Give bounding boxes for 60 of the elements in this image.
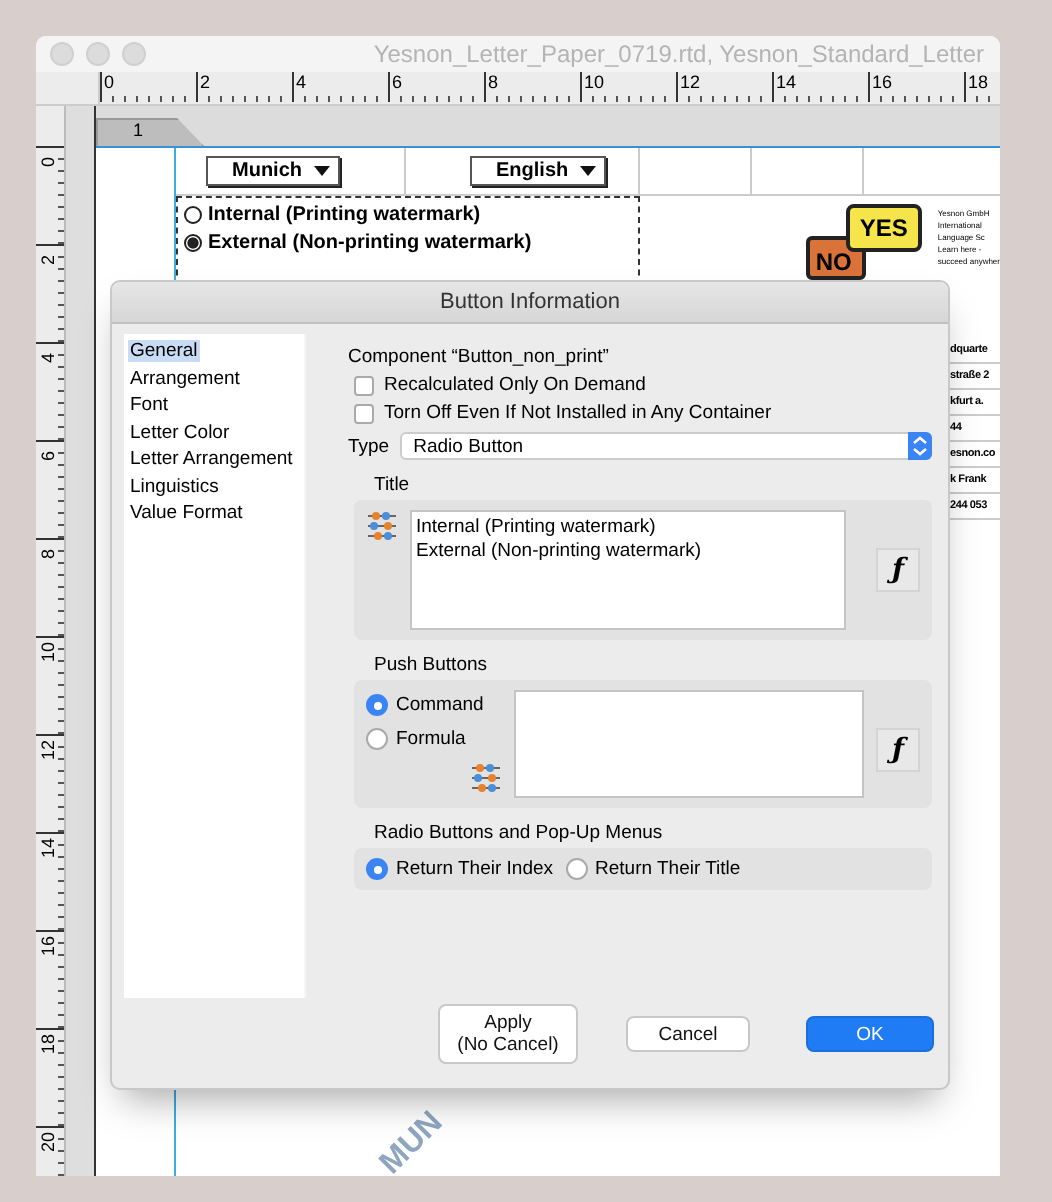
group-label: Radio Buttons and Pop-Up Menus xyxy=(374,822,665,844)
group-label: Push Buttons xyxy=(374,654,490,676)
category-item[interactable]: General xyxy=(128,340,200,362)
ruler-label: 6 xyxy=(38,449,58,466)
radio-button[interactable]: Return Their Title xyxy=(565,858,741,880)
formula-button[interactable]: ƒ xyxy=(876,548,920,592)
type-select[interactable]: Radio Button xyxy=(399,432,932,460)
ruler-label: 14 xyxy=(776,72,797,92)
ruler-label: 10 xyxy=(38,642,58,662)
ruler-label: 10 xyxy=(584,72,605,92)
group-label: Title xyxy=(374,474,412,496)
ruler-label: 4 xyxy=(296,72,307,92)
ruler-label: 12 xyxy=(680,72,701,92)
radio-button[interactable]: Formula xyxy=(366,728,502,750)
sliders-icon[interactable] xyxy=(470,762,502,794)
cancel-button[interactable]: Cancel xyxy=(626,1016,750,1052)
ruler-label: 14 xyxy=(38,838,58,858)
apply-button[interactable]: Apply (No Cancel) xyxy=(438,1004,578,1064)
checkbox[interactable]: Recalculated Only On Demand xyxy=(354,374,932,396)
city-dropdown[interactable]: Munich xyxy=(206,156,340,186)
language-dropdown[interactable]: English xyxy=(470,156,607,186)
ruler-label: 0 xyxy=(104,72,115,92)
radio-button[interactable]: Command xyxy=(366,694,502,716)
formula-button[interactable]: ƒ xyxy=(876,728,920,772)
title-field[interactable]: Internal (Printing watermark) External (Non-printing watermark) xyxy=(410,510,846,630)
ruler-label: 18 xyxy=(968,72,989,92)
speech-bubble: YES xyxy=(845,204,922,252)
radio-button[interactable]: Return Their Index xyxy=(366,858,554,880)
ruler-label: 16 xyxy=(872,72,893,92)
window-title: Yesnon_Letter_Paper_0719.rtd, Yesnon_Standard_Letter xyxy=(373,40,984,68)
radio-label: Internal (Printing watermark) xyxy=(208,204,481,226)
page-tab[interactable]: 1 xyxy=(96,118,204,146)
ruler-label: 8 xyxy=(38,547,58,564)
category-item[interactable]: Letter Color xyxy=(128,421,232,443)
ruler-label: 8 xyxy=(488,72,499,92)
sliders-icon[interactable] xyxy=(366,510,398,542)
ok-button[interactable]: OK xyxy=(806,1016,934,1052)
checkbox[interactable]: Torn Off Even If Not Installed in Any Container xyxy=(354,402,932,424)
radio-button[interactable] xyxy=(184,206,202,224)
ruler-label: 0 xyxy=(38,155,58,172)
category-item[interactable]: Arrangement xyxy=(128,367,242,389)
ruler-label: 4 xyxy=(38,351,58,368)
ruler-label: 6 xyxy=(392,72,403,92)
category-item[interactable]: Linguistics xyxy=(128,475,221,497)
category-item[interactable]: Value Format xyxy=(128,502,245,524)
dialog-title: Button Information xyxy=(112,282,948,324)
ruler-label: 20 xyxy=(38,1132,58,1152)
type-label: Type xyxy=(348,435,390,457)
category-item[interactable]: Letter Arrangement xyxy=(128,448,295,470)
ruler-label: 12 xyxy=(38,740,58,760)
radio-label: External (Non-printing watermark) xyxy=(208,232,532,254)
ruler-label: 18 xyxy=(38,1034,58,1054)
ruler-label: 16 xyxy=(38,936,58,956)
stepper-icon[interactable] xyxy=(908,432,932,460)
component-label: Component “Button_non_print” xyxy=(348,346,611,368)
ruler-label: 2 xyxy=(38,253,58,270)
command-field[interactable] xyxy=(514,690,864,798)
radio-button[interactable] xyxy=(184,234,202,252)
category-item[interactable]: Font xyxy=(128,394,171,416)
ruler-label: 2 xyxy=(200,72,211,92)
